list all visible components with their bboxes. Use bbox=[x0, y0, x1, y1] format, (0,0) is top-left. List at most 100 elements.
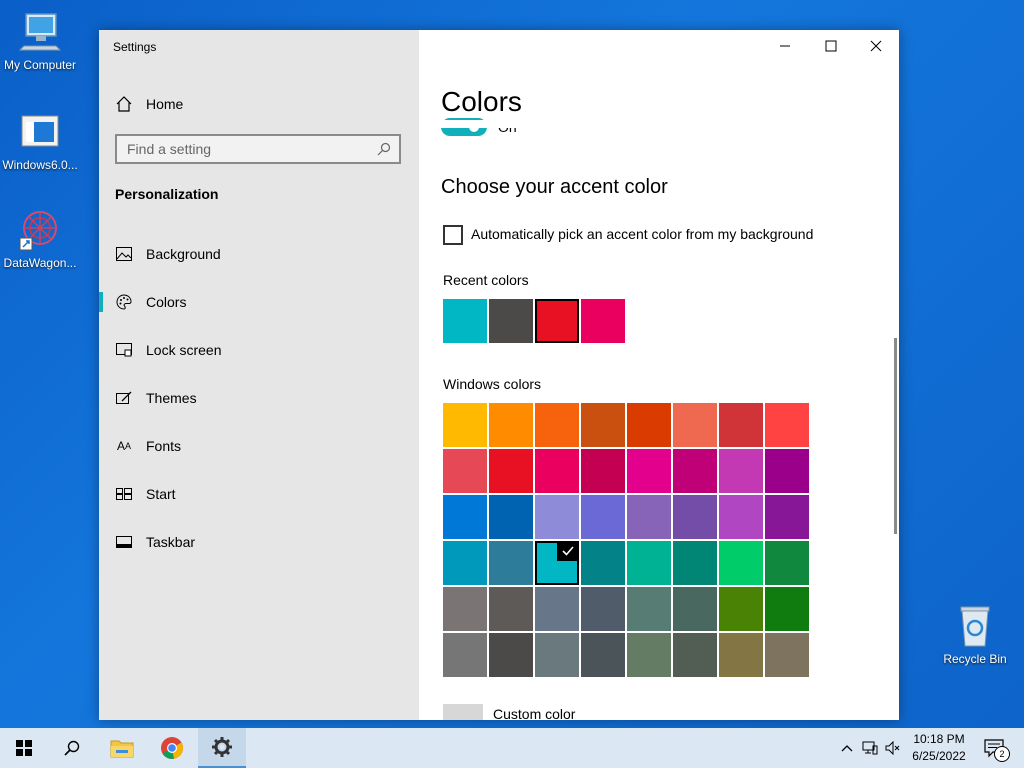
desktop-icon-recycle-bin[interactable]: Recycle Bin bbox=[935, 604, 1015, 666]
windows-color-swatch[interactable] bbox=[581, 541, 625, 585]
windows-color-swatch[interactable] bbox=[673, 633, 717, 677]
windows-color-swatch[interactable] bbox=[443, 633, 487, 677]
chrome-button[interactable] bbox=[148, 728, 196, 768]
maximize-button[interactable] bbox=[808, 30, 854, 62]
scrollbar[interactable] bbox=[894, 338, 897, 534]
settings-window: Settings Home Find a setting Personaliza… bbox=[99, 30, 899, 720]
windows-color-swatch[interactable] bbox=[719, 541, 763, 585]
sidebar-item-lock-screen[interactable]: Lock screen bbox=[99, 330, 419, 370]
sidebar-item-taskbar[interactable]: Taskbar bbox=[99, 522, 419, 562]
nav-home[interactable]: Home bbox=[115, 93, 183, 115]
windows-color-swatch[interactable] bbox=[627, 449, 671, 493]
folder-icon bbox=[110, 740, 134, 758]
windows-color-swatch[interactable] bbox=[489, 495, 533, 539]
windows-color-swatch[interactable] bbox=[489, 587, 533, 631]
sidebar-item-start[interactable]: Start bbox=[99, 474, 419, 514]
datawagon-icon bbox=[18, 208, 62, 252]
windows-color-swatch[interactable] bbox=[719, 587, 763, 631]
scroll-cover bbox=[419, 120, 899, 128]
search-button[interactable] bbox=[48, 728, 96, 768]
windows-color-swatch[interactable] bbox=[443, 403, 487, 447]
show-hidden-icons-button[interactable] bbox=[839, 740, 855, 756]
accent-heading: Choose your accent color bbox=[441, 176, 668, 198]
home-icon bbox=[115, 95, 133, 113]
computer-icon bbox=[18, 10, 62, 54]
sidebar-item-colors[interactable]: Colors bbox=[99, 282, 419, 322]
windows-color-swatch[interactable] bbox=[443, 495, 487, 539]
windows-color-swatch[interactable] bbox=[443, 449, 487, 493]
windows-color-swatch[interactable] bbox=[673, 403, 717, 447]
windows-color-swatch[interactable] bbox=[581, 633, 625, 677]
windows-color-swatch[interactable] bbox=[627, 633, 671, 677]
auto-pick-checkbox[interactable] bbox=[443, 225, 463, 245]
notification-count-badge: 2 bbox=[994, 746, 1010, 762]
sidebar-item-fonts[interactable]: AA Fonts bbox=[99, 426, 419, 466]
windows-color-swatch[interactable] bbox=[765, 403, 809, 447]
notifications-button[interactable]: 2 bbox=[982, 736, 1010, 762]
windows-color-swatch[interactable] bbox=[627, 587, 671, 631]
start-button[interactable] bbox=[0, 728, 48, 768]
windows-color-swatch[interactable] bbox=[765, 541, 809, 585]
sidebar-item-label: Background bbox=[146, 246, 221, 262]
lock-screen-icon bbox=[115, 341, 133, 359]
recent-color-swatch[interactable] bbox=[489, 299, 533, 343]
windows-color-swatch[interactable] bbox=[535, 633, 579, 677]
windows-color-swatch[interactable] bbox=[719, 633, 763, 677]
desktop-icon-datawagon[interactable]: DataWagon... bbox=[0, 208, 80, 270]
windows-color-swatch[interactable] bbox=[673, 449, 717, 493]
windows-color-swatch[interactable] bbox=[443, 587, 487, 631]
windows-color-swatch[interactable] bbox=[581, 403, 625, 447]
windows-color-swatch[interactable] bbox=[673, 495, 717, 539]
windows-color-swatch[interactable] bbox=[719, 449, 763, 493]
desktop-icon-my-computer[interactable]: My Computer bbox=[0, 10, 80, 72]
windows-color-swatch[interactable] bbox=[765, 449, 809, 493]
close-button[interactable] bbox=[853, 30, 899, 62]
windows-color-swatch[interactable] bbox=[627, 495, 671, 539]
sidebar-item-label: Fonts bbox=[146, 438, 182, 454]
themes-icon bbox=[115, 389, 133, 407]
chevron-up-icon bbox=[841, 745, 853, 752]
search-input[interactable]: Find a setting bbox=[115, 134, 401, 164]
window-title: Settings bbox=[113, 40, 157, 54]
windows-color-swatch[interactable] bbox=[765, 587, 809, 631]
settings-taskbar-button[interactable] bbox=[198, 728, 246, 768]
windows-color-swatch[interactable] bbox=[627, 403, 671, 447]
desktop-icon-windows6[interactable]: Windows6.0... bbox=[0, 110, 80, 172]
windows-color-swatch[interactable] bbox=[489, 633, 533, 677]
windows-color-swatch[interactable] bbox=[535, 587, 579, 631]
nav-home-label: Home bbox=[146, 96, 184, 112]
windows-color-swatch[interactable] bbox=[535, 403, 579, 447]
windows-color-swatch[interactable] bbox=[719, 403, 763, 447]
windows-color-swatch[interactable] bbox=[673, 541, 717, 585]
minimize-button[interactable] bbox=[762, 30, 808, 62]
windows-color-swatch[interactable] bbox=[489, 449, 533, 493]
windows-color-swatch[interactable] bbox=[719, 495, 763, 539]
windows-color-swatch[interactable] bbox=[673, 587, 717, 631]
section-title: Personalization bbox=[115, 186, 219, 202]
file-explorer-button[interactable] bbox=[98, 728, 146, 768]
windows-color-swatch[interactable] bbox=[627, 541, 671, 585]
recent-color-swatch[interactable] bbox=[535, 299, 579, 343]
recent-color-swatch[interactable] bbox=[443, 299, 487, 343]
windows-color-swatch[interactable] bbox=[581, 449, 625, 493]
sidebar-item-themes[interactable]: Themes bbox=[99, 378, 419, 418]
sidebar-item-background[interactable]: Background bbox=[99, 234, 419, 274]
windows-color-swatch[interactable] bbox=[443, 541, 487, 585]
windows-color-swatch[interactable] bbox=[535, 541, 579, 585]
windows-color-swatch[interactable] bbox=[489, 541, 533, 585]
windows-color-swatch[interactable] bbox=[489, 403, 533, 447]
custom-color-label[interactable]: Custom color bbox=[493, 706, 575, 720]
windows-color-swatch[interactable] bbox=[581, 587, 625, 631]
windows-color-swatch[interactable] bbox=[765, 495, 809, 539]
custom-color-button[interactable] bbox=[443, 704, 483, 720]
windows-color-swatch[interactable] bbox=[535, 449, 579, 493]
windows-color-swatch[interactable] bbox=[535, 495, 579, 539]
sidebar-item-label: Lock screen bbox=[146, 342, 222, 358]
recycle-bin-icon bbox=[953, 604, 997, 648]
volume-button[interactable] bbox=[885, 740, 901, 756]
clock[interactable]: 10:18 PM 6/25/2022 bbox=[905, 731, 973, 765]
recent-color-swatch[interactable] bbox=[581, 299, 625, 343]
windows-color-swatch[interactable] bbox=[765, 633, 809, 677]
network-button[interactable] bbox=[862, 740, 878, 756]
windows-color-swatch[interactable] bbox=[581, 495, 625, 539]
